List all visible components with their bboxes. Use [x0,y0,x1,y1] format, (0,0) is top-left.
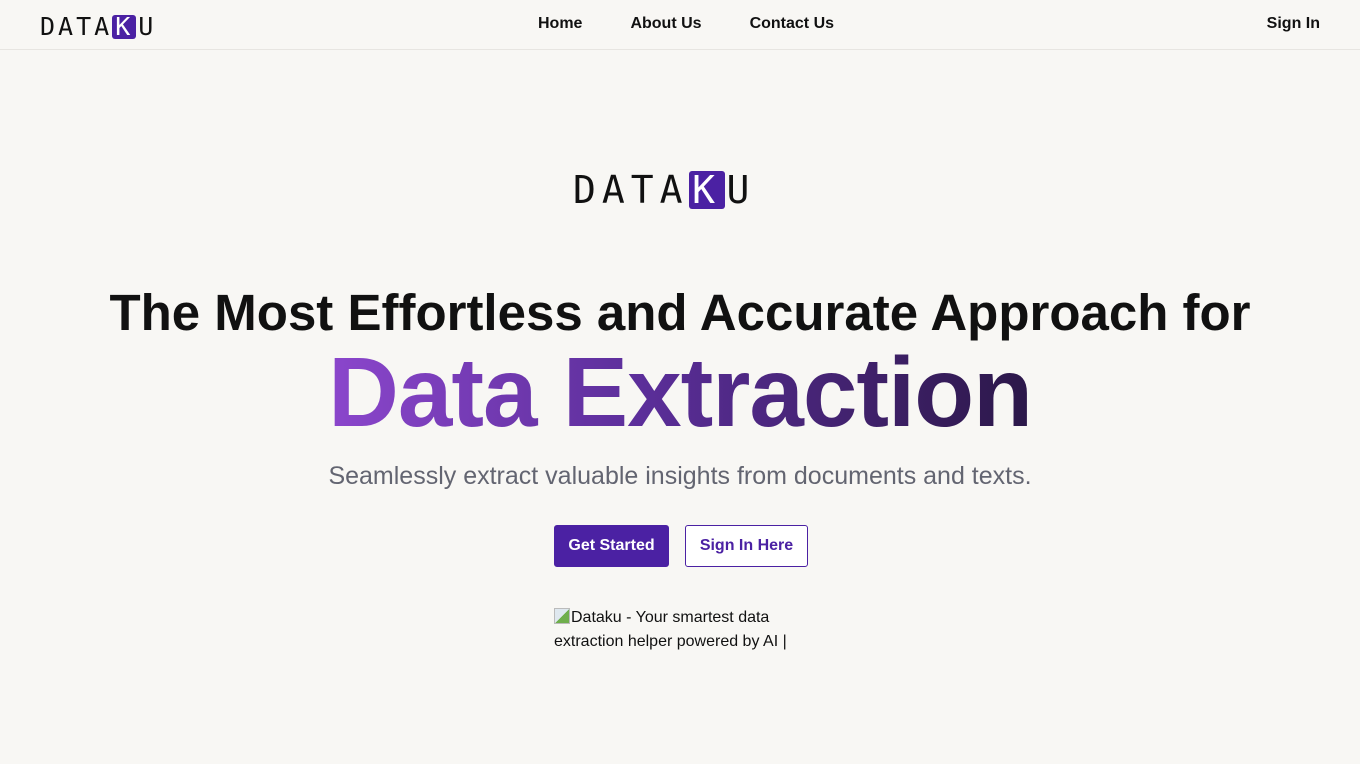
logo-k-badge: K [688,168,725,212]
logo-text-prefix: DATA [573,168,689,212]
hero-highlight-heading: Data Extraction [0,336,1360,449]
hero-subtitle: Seamlessly extract valuable insights fro… [328,462,1032,490]
broken-image-icon [554,608,570,624]
nav-logo[interactable]: DATA K U [40,12,156,41]
nav-link-home[interactable]: Home [538,15,582,33]
get-started-button[interactable]: Get Started [554,525,669,567]
hero-buttons: Get Started Sign In Here [554,525,808,567]
logo-text-prefix: DATA [40,12,113,41]
hero-headline: The Most Effortless and Accurate Approac… [109,284,1251,341]
logo-text-suffix: U [138,12,157,41]
top-navbar: DATA K U Home About Us Contact Us Sign In [0,0,1360,50]
nav-link-contact-us[interactable]: Contact Us [750,15,834,33]
hero-logo: DATA K U [573,168,755,212]
hero-highlight-text: Data Extraction [328,337,1033,447]
hero-image-broken: Dataku - Your smartest data extraction h… [554,606,794,658]
nav-sign-in-link[interactable]: Sign In [1267,15,1320,33]
nav-link-about-us[interactable]: About Us [630,15,701,33]
logo-k-badge: K [112,12,137,41]
sign-in-here-button[interactable]: Sign In Here [685,525,808,567]
hero-image-alt-text: Dataku - Your smartest data extraction h… [554,609,787,658]
nav-links: Home About Us Contact Us [538,15,834,33]
logo-text-suffix: U [726,168,756,212]
